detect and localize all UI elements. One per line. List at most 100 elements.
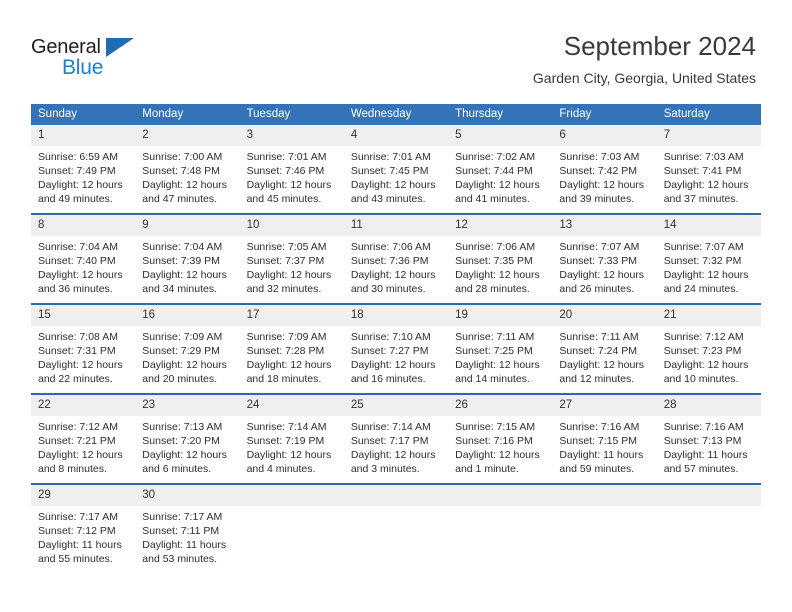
calendar-week-row: 15 Sunrise: 7:08 AM Sunset: 7:31 PM Dayl…: [31, 303, 761, 394]
day-number: 16: [135, 305, 240, 326]
day-details: Sunrise: 7:12 AM Sunset: 7:21 PM Dayligh…: [31, 416, 135, 476]
sunset-text: Sunset: 7:25 PM: [455, 345, 533, 357]
sunset-text: Sunset: 7:15 PM: [559, 435, 638, 447]
daylight-text-line2: and 53 minutes.: [142, 553, 217, 565]
day-number: [552, 485, 657, 506]
sunset-text: Sunset: 7:31 PM: [38, 345, 116, 357]
daylight-text-line1: Daylight: 12 hours: [38, 449, 123, 461]
daylight-text-line1: Daylight: 12 hours: [246, 359, 332, 371]
weekday-header-monday: Monday: [135, 104, 240, 125]
sunset-text: Sunset: 7:29 PM: [142, 345, 220, 357]
day-details: Sunrise: 7:12 AM Sunset: 7:23 PM Dayligh…: [657, 326, 761, 386]
daylight-text-line2: and 22 minutes.: [38, 373, 113, 385]
calendar-day-cell[interactable]: 8 Sunrise: 7:04 AM Sunset: 7:40 PM Dayli…: [31, 213, 136, 304]
daylight-text-line2: and 18 minutes.: [246, 373, 322, 385]
day-details: Sunrise: 7:13 AM Sunset: 7:20 PM Dayligh…: [135, 416, 239, 476]
sunrise-text: Sunrise: 7:17 AM: [142, 511, 223, 523]
daylight-text-line1: Daylight: 12 hours: [350, 449, 436, 461]
calendar-day-cell[interactable]: 6 Sunrise: 7:03 AM Sunset: 7:42 PM Dayli…: [552, 125, 657, 214]
day-details: Sunrise: 7:14 AM Sunset: 7:19 PM Dayligh…: [240, 416, 344, 476]
day-number: 4: [343, 125, 449, 146]
day-number: [448, 485, 553, 506]
calendar-day-cell[interactable]: 12 Sunrise: 7:06 AM Sunset: 7:35 PM Dayl…: [448, 213, 553, 304]
page-subtitle: Garden City, Georgia, United States: [532, 70, 756, 86]
calendar-day-cell[interactable]: 26 Sunrise: 7:15 AM Sunset: 7:16 PM Dayl…: [448, 393, 553, 484]
daylight-text-line2: and 32 minutes.: [246, 283, 322, 295]
day-details: Sunrise: 7:04 AM Sunset: 7:40 PM Dayligh…: [31, 236, 135, 296]
daylight-text-line1: Daylight: 12 hours: [663, 179, 749, 191]
calendar-day-cell[interactable]: 19 Sunrise: 7:11 AM Sunset: 7:25 PM Dayl…: [448, 303, 553, 394]
day-details: Sunrise: 7:00 AM Sunset: 7:48 PM Dayligh…: [135, 146, 239, 206]
calendar-day-cell[interactable]: 14 Sunrise: 7:07 AM Sunset: 7:32 PM Dayl…: [656, 213, 761, 304]
day-details: Sunrise: 7:05 AM Sunset: 7:37 PM Dayligh…: [240, 236, 344, 296]
sunrise-text: Sunrise: 7:08 AM: [38, 331, 118, 343]
calendar-day-cell[interactable]: 9 Sunrise: 7:04 AM Sunset: 7:39 PM Dayli…: [135, 213, 240, 304]
daylight-text-line2: and 34 minutes.: [142, 283, 217, 295]
calendar-day-cell[interactable]: 7 Sunrise: 7:03 AM Sunset: 7:41 PM Dayli…: [656, 125, 761, 214]
calendar-day-cell[interactable]: 4 Sunrise: 7:01 AM Sunset: 7:45 PM Dayli…: [343, 125, 449, 214]
daylight-text-line2: and 20 minutes.: [142, 373, 217, 385]
day-number: 5: [448, 125, 553, 146]
calendar-day-cell[interactable]: 22 Sunrise: 7:12 AM Sunset: 7:21 PM Dayl…: [31, 393, 136, 484]
calendar-day-cell[interactable]: 20 Sunrise: 7:11 AM Sunset: 7:24 PM Dayl…: [552, 303, 657, 394]
daylight-text-line1: Daylight: 12 hours: [559, 179, 645, 191]
sunset-text: Sunset: 7:24 PM: [559, 345, 638, 357]
sunset-text: Sunset: 7:21 PM: [38, 435, 116, 447]
brand-logo[interactable]: General Blue: [31, 36, 171, 84]
calendar-day-cell[interactable]: 30 Sunrise: 7:17 AM Sunset: 7:11 PM Dayl…: [135, 483, 240, 573]
calendar-day-cell[interactable]: 2 Sunrise: 7:00 AM Sunset: 7:48 PM Dayli…: [135, 125, 240, 214]
calendar-day-cell[interactable]: 10 Sunrise: 7:05 AM Sunset: 7:37 PM Dayl…: [239, 213, 344, 304]
calendar-day-cell[interactable]: 24 Sunrise: 7:14 AM Sunset: 7:19 PM Dayl…: [239, 393, 344, 484]
daylight-text-line2: and 41 minutes.: [455, 193, 530, 205]
daylight-text-line2: and 3 minutes.: [350, 463, 420, 475]
daylight-text-line2: and 6 minutes.: [142, 463, 212, 475]
calendar-day-cell[interactable]: 16 Sunrise: 7:09 AM Sunset: 7:29 PM Dayl…: [135, 303, 240, 394]
daylight-text-line1: Daylight: 12 hours: [142, 359, 227, 371]
calendar-day-cell[interactable]: 17 Sunrise: 7:09 AM Sunset: 7:28 PM Dayl…: [239, 303, 344, 394]
day-number: 26: [448, 395, 553, 416]
day-details: Sunrise: 7:17 AM Sunset: 7:12 PM Dayligh…: [31, 506, 135, 566]
day-details: Sunrise: 7:14 AM Sunset: 7:17 PM Dayligh…: [344, 416, 448, 476]
daylight-text-line2: and 39 minutes.: [559, 193, 635, 205]
day-details: Sunrise: 7:07 AM Sunset: 7:32 PM Dayligh…: [657, 236, 761, 296]
day-number: [343, 485, 449, 506]
calendar-day-cell[interactable]: 21 Sunrise: 7:12 AM Sunset: 7:23 PM Dayl…: [656, 303, 761, 394]
calendar-day-cell[interactable]: 18 Sunrise: 7:10 AM Sunset: 7:27 PM Dayl…: [343, 303, 449, 394]
daylight-text-line2: and 45 minutes.: [246, 193, 322, 205]
sunset-text: Sunset: 7:40 PM: [38, 255, 116, 267]
calendar-day-cell[interactable]: 27 Sunrise: 7:16 AM Sunset: 7:15 PM Dayl…: [552, 393, 657, 484]
daylight-text-line1: Daylight: 12 hours: [350, 179, 436, 191]
calendar-day-cell[interactable]: 15 Sunrise: 7:08 AM Sunset: 7:31 PM Dayl…: [31, 303, 136, 394]
sunset-text: Sunset: 7:41 PM: [663, 165, 742, 177]
daylight-text-line2: and 47 minutes.: [142, 193, 217, 205]
sunset-text: Sunset: 7:44 PM: [455, 165, 533, 177]
daylight-text-line1: Daylight: 12 hours: [246, 449, 332, 461]
calendar-day-cell-empty: [552, 483, 657, 573]
calendar-day-cell[interactable]: 11 Sunrise: 7:06 AM Sunset: 7:36 PM Dayl…: [343, 213, 449, 304]
calendar-day-cell[interactable]: 13 Sunrise: 7:07 AM Sunset: 7:33 PM Dayl…: [552, 213, 657, 304]
day-number: 20: [552, 305, 657, 326]
calendar-week-row: 1 Sunrise: 6:59 AM Sunset: 7:49 PM Dayli…: [31, 125, 761, 214]
daylight-text-line1: Daylight: 12 hours: [455, 359, 540, 371]
sunrise-text: Sunrise: 7:05 AM: [246, 241, 327, 253]
day-number: 12: [448, 215, 553, 236]
sunset-text: Sunset: 7:33 PM: [559, 255, 638, 267]
calendar-day-cell[interactable]: 23 Sunrise: 7:13 AM Sunset: 7:20 PM Dayl…: [135, 393, 240, 484]
sunrise-text: Sunrise: 7:15 AM: [455, 421, 536, 433]
daylight-text-line1: Daylight: 12 hours: [559, 359, 645, 371]
calendar-day-cell[interactable]: 28 Sunrise: 7:16 AM Sunset: 7:13 PM Dayl…: [656, 393, 761, 484]
day-details: Sunrise: 7:17 AM Sunset: 7:11 PM Dayligh…: [135, 506, 239, 566]
calendar-day-cell[interactable]: 29 Sunrise: 7:17 AM Sunset: 7:12 PM Dayl…: [31, 483, 136, 573]
day-details: Sunrise: 7:02 AM Sunset: 7:44 PM Dayligh…: [448, 146, 552, 206]
day-details: Sunrise: 7:11 AM Sunset: 7:24 PM Dayligh…: [552, 326, 656, 386]
day-number: 30: [135, 485, 240, 506]
calendar-day-cell[interactable]: 5 Sunrise: 7:02 AM Sunset: 7:44 PM Dayli…: [448, 125, 553, 214]
calendar-body: 1 Sunrise: 6:59 AM Sunset: 7:49 PM Dayli…: [31, 125, 761, 573]
sunrise-text: Sunrise: 7:12 AM: [663, 331, 744, 343]
sunrise-text: Sunrise: 7:11 AM: [559, 331, 639, 343]
calendar-day-cell[interactable]: 3 Sunrise: 7:01 AM Sunset: 7:46 PM Dayli…: [239, 125, 344, 214]
calendar-day-cell[interactable]: 1 Sunrise: 6:59 AM Sunset: 7:49 PM Dayli…: [31, 125, 136, 214]
calendar-week-row: 22 Sunrise: 7:12 AM Sunset: 7:21 PM Dayl…: [31, 393, 761, 484]
calendar-day-cell[interactable]: 25 Sunrise: 7:14 AM Sunset: 7:17 PM Dayl…: [343, 393, 449, 484]
day-number: 10: [239, 215, 344, 236]
